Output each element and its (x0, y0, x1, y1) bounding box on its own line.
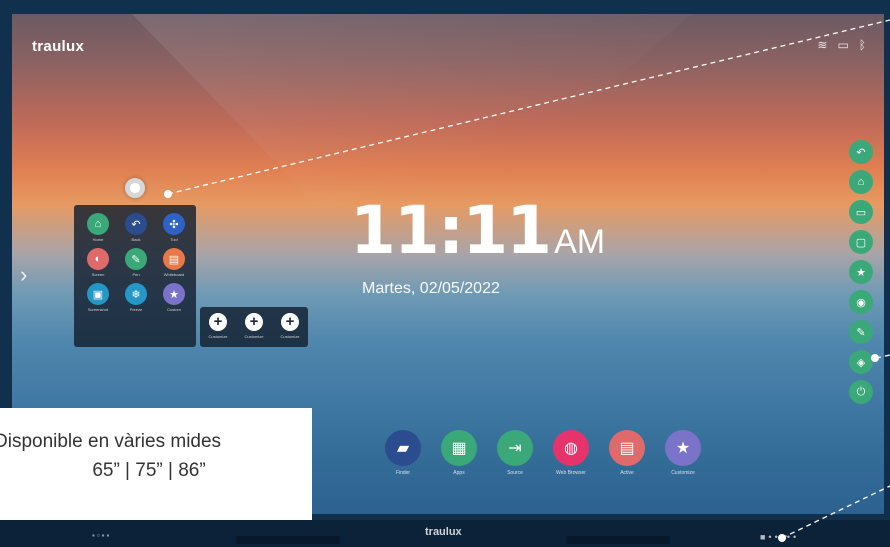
pen-icon: ✎ (125, 248, 147, 270)
star-icon: ★ (163, 283, 185, 305)
home-icon: ⌂ (87, 213, 109, 235)
side-toolbar-monitor-icon[interactable]: ▭ (849, 200, 873, 224)
side-toolbar-power-icon[interactable]: ⏻ (849, 380, 873, 404)
dock-app-web-browser[interactable]: ◍ Web Browser (550, 430, 592, 476)
globe-icon: ◍ (553, 430, 589, 466)
quick-tool-label: Screen (91, 272, 105, 277)
plus-icon: + (209, 313, 227, 331)
source-icon: ⇥ (497, 430, 533, 466)
quick-tool-label: Screenshot (87, 307, 109, 312)
custom-shortcut-label: Customize (244, 334, 264, 339)
side-toolbar-settings-icon[interactable]: ◉ (849, 290, 873, 314)
back-icon: ↶ (125, 213, 147, 235)
clock-ampm: AM (554, 223, 606, 261)
size-callout: Disponible en vàries mides 65” | 75” | 8… (0, 408, 312, 520)
quick-tool-label: Freeze (129, 307, 143, 312)
apps-icon: ▦ (441, 430, 477, 466)
dock-app-label: Apps (453, 470, 465, 476)
quick-tool-label: Back (131, 237, 141, 242)
custom-shortcut[interactable]: + Customize (280, 313, 300, 347)
callout-line-2: 65” | 75” | 86” (92, 460, 206, 481)
app-dock: ▰ Finder ▦ Apps ⇥ Source ◍ Web Browser ▤ Active ★ C… (382, 430, 704, 476)
bluetooth-icon: ᛒ (858, 38, 866, 52)
monitor-icon: ▭ (837, 38, 849, 52)
active-icon: ▤ (609, 430, 645, 466)
front-ports-icon: ▪▫▪▪ (92, 531, 112, 540)
dock-app-active[interactable]: ▤ Active (606, 430, 648, 476)
custom-shortcut-label: Customize (208, 334, 228, 339)
quick-tool-label: Home (92, 237, 104, 242)
tool-icon: ✣ (163, 213, 185, 235)
quick-tool-label: Tool (170, 237, 178, 242)
quick-tool-screenshot[interactable]: ▣ Screenshot (80, 283, 116, 312)
quick-tool-freeze[interactable]: ❄ Freeze (118, 283, 154, 312)
quick-tool-screen[interactable]: ◐ Screen (80, 248, 116, 277)
star-icon: ★ (665, 430, 701, 466)
quick-tool-panel: ⌂ Home ↶ Back ✣ Tool ◐ Screen ✎ Pen ▤ Whiteboard ▣ Sc… (74, 205, 196, 347)
plus-icon: + (245, 313, 263, 331)
dock-app-apps[interactable]: ▦ Apps (438, 430, 480, 476)
folder-icon: ▰ (385, 430, 421, 466)
screenshot-icon: ▣ (87, 283, 109, 305)
speaker-grille (566, 536, 670, 544)
dock-app-customize[interactable]: ★ Customize (662, 430, 704, 476)
dock-app-source[interactable]: ⇥ Source (494, 430, 536, 476)
quick-tool-whiteboard[interactable]: ▤ Whiteboard (156, 248, 192, 277)
quick-tool-label: Pen (132, 272, 140, 277)
custom-shortcut[interactable]: + Customize (208, 313, 228, 347)
side-toolbar: ↶ ⌂ ▭ ▢ ★ ◉ ✎ ◈ ⏻ (848, 140, 874, 404)
speaker-grille (236, 536, 340, 544)
dock-app-label: Finder (395, 470, 411, 476)
status-bar: ≋ ▭ ᛒ (817, 38, 866, 52)
side-toolbar-back-icon[interactable]: ↶ (849, 140, 873, 164)
side-toolbar-star-icon[interactable]: ★ (849, 260, 873, 284)
dock-app-label: Web Browser (556, 470, 586, 476)
quick-tool-custom[interactable]: ★ Custom (156, 283, 192, 312)
freeze-icon: ❄ (125, 283, 147, 305)
quick-tool-back[interactable]: ↶ Back (118, 213, 154, 242)
quick-tool-label: Custom (167, 307, 181, 312)
front-buttons-icon[interactable]: ■••••• (760, 532, 799, 542)
clock-widget: 11:11 AM Martes, 02/05/2022 (350, 198, 606, 298)
whiteboard-icon: ▤ (163, 248, 185, 270)
eraser-icon: ◐ (87, 248, 109, 270)
dock-app-label: Source (507, 470, 523, 476)
wifi-icon: ≋ (817, 38, 828, 52)
callout-line-1: Disponible en vàries mides (0, 431, 222, 452)
bottom-bezel: ▪▫▪▪ traulux ■••••• (0, 520, 890, 547)
custom-shortcut-panel: + Customize + Customize + Customize (200, 307, 308, 347)
dock-app-label: Customize (671, 470, 695, 476)
bezel-brand: traulux (425, 526, 462, 538)
custom-shortcut-label: Customize (280, 334, 300, 339)
quick-tool-pen[interactable]: ✎ Pen (118, 248, 154, 277)
chevron-right-icon[interactable]: › (20, 262, 27, 288)
side-toolbar-window-icon[interactable]: ▢ (849, 230, 873, 254)
dock-app-label: Active (620, 470, 634, 476)
side-toolbar-layers-icon[interactable]: ◈ (849, 350, 873, 374)
quick-tool-label: Whiteboard (163, 272, 185, 277)
quick-tool-tool[interactable]: ✣ Tool (156, 213, 192, 242)
clock-date: Martes, 02/05/2022 (362, 280, 500, 297)
side-toolbar-home-icon[interactable]: ⌂ (849, 170, 873, 194)
side-toolbar-pen-icon[interactable]: ✎ (849, 320, 873, 344)
brand-logo: traulux (32, 38, 85, 55)
floating-menu-button[interactable] (125, 178, 145, 198)
custom-shortcut[interactable]: + Customize (244, 313, 264, 347)
plus-icon: + (281, 313, 299, 331)
dock-app-finder[interactable]: ▰ Finder (382, 430, 424, 476)
clock-time: 11:11 (350, 192, 552, 269)
quick-tool-home[interactable]: ⌂ Home (80, 213, 116, 242)
